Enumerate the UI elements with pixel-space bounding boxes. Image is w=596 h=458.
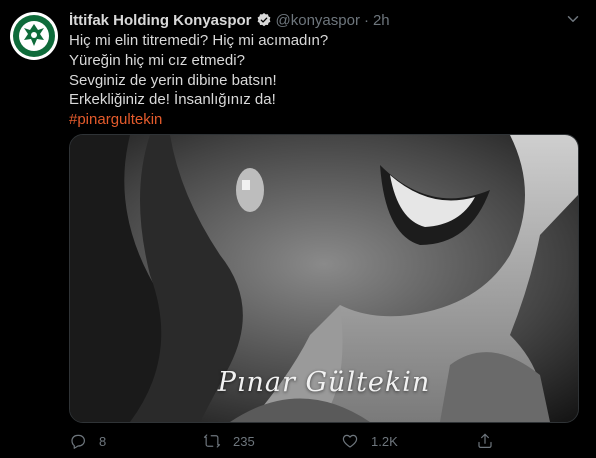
tweet-text: Hiç mi elin titremedi? Hiç mi acımadın? …	[69, 31, 569, 130]
tweet-line: Hiç mi elin titremedi? Hiç mi acımadın?	[69, 32, 329, 49]
avatar[interactable]	[10, 12, 58, 60]
tweet-media-image[interactable]: Pınar Gültekin	[69, 134, 579, 423]
like-icon	[342, 434, 358, 448]
konyaspor-logo	[11, 13, 57, 59]
retweet-button[interactable]: 235	[203, 432, 255, 450]
media-caption: Pınar Gültekin	[217, 367, 431, 398]
share-button[interactable]	[476, 432, 506, 450]
retweet-count: 235	[233, 433, 255, 449]
like-button[interactable]: 1.2K	[341, 432, 398, 450]
tweet-line: Sevginiz de yerin dibine batsın!	[69, 71, 277, 89]
retweet-icon	[203, 434, 221, 448]
tweet-line: Yüreğin hiç mi cız etmedi?	[69, 51, 245, 69]
tweet[interactable]: İttifak Holding Konyaspor @konyaspor · 2…	[0, 0, 596, 458]
share-icon	[478, 433, 492, 448]
verified-badge-icon	[257, 13, 270, 27]
caret-down-icon[interactable]	[564, 10, 582, 28]
reply-icon	[71, 434, 85, 449]
tweet-actions: 8 235 1.2K	[69, 428, 569, 452]
separator-dot: ·	[363, 11, 369, 29]
tweet-header: İttifak Holding Konyaspor @konyaspor · 2…	[69, 10, 584, 30]
timestamp[interactable]: 2h	[373, 12, 390, 29]
reply-button[interactable]: 8	[69, 432, 106, 450]
reply-count: 8	[99, 433, 107, 449]
handle[interactable]: @konyaspor	[276, 12, 360, 29]
display-name[interactable]: İttifak Holding Konyaspor	[69, 12, 252, 29]
tweet-line: Erkekliğiniz de! İnsanlığınız da!	[69, 91, 276, 109]
hashtag-link[interactable]: #pinargultekin	[69, 110, 569, 130]
like-count: 1.2K	[371, 433, 398, 449]
